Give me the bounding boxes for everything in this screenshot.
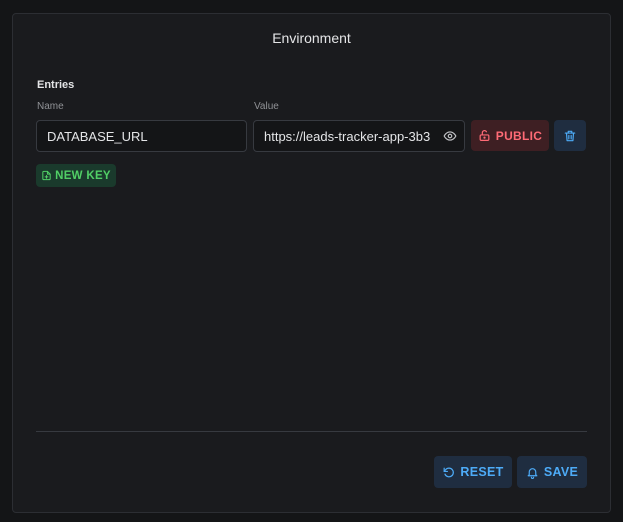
reset-button[interactable]: RESET <box>434 456 512 488</box>
environment-dialog: Environment Entries Name Value DATABASE_… <box>12 13 611 513</box>
entry-name-input[interactable]: DATABASE_URL <box>36 120 247 152</box>
save-label: SAVE <box>543 465 579 479</box>
value-column-label: Value <box>254 101 279 112</box>
name-column-label: Name <box>37 101 64 112</box>
trash-icon <box>564 130 576 141</box>
dialog-title: Environment <box>272 30 351 46</box>
entry-value-input[interactable]: https://leads-tracker-app-3b3 <box>253 120 465 152</box>
bell-icon <box>527 467 538 479</box>
visibility-public-button[interactable]: PUBLIC <box>471 120 549 151</box>
reset-label: RESET <box>460 465 504 479</box>
file-plus-icon <box>42 170 51 181</box>
delete-entry-button[interactable] <box>554 120 586 151</box>
footer-divider <box>36 431 587 432</box>
reset-icon <box>443 467 455 477</box>
eye-icon[interactable] <box>443 129 457 143</box>
entry-value-text: https://leads-tracker-app-3b3 <box>264 128 431 144</box>
save-button[interactable]: SAVE <box>517 456 587 488</box>
new-key-label: NEW KEY <box>55 169 111 182</box>
entries-label: Entries <box>37 79 75 91</box>
unlock-icon <box>479 130 490 141</box>
visibility-label: PUBLIC <box>495 128 543 143</box>
new-key-button[interactable]: NEW KEY <box>36 164 116 187</box>
